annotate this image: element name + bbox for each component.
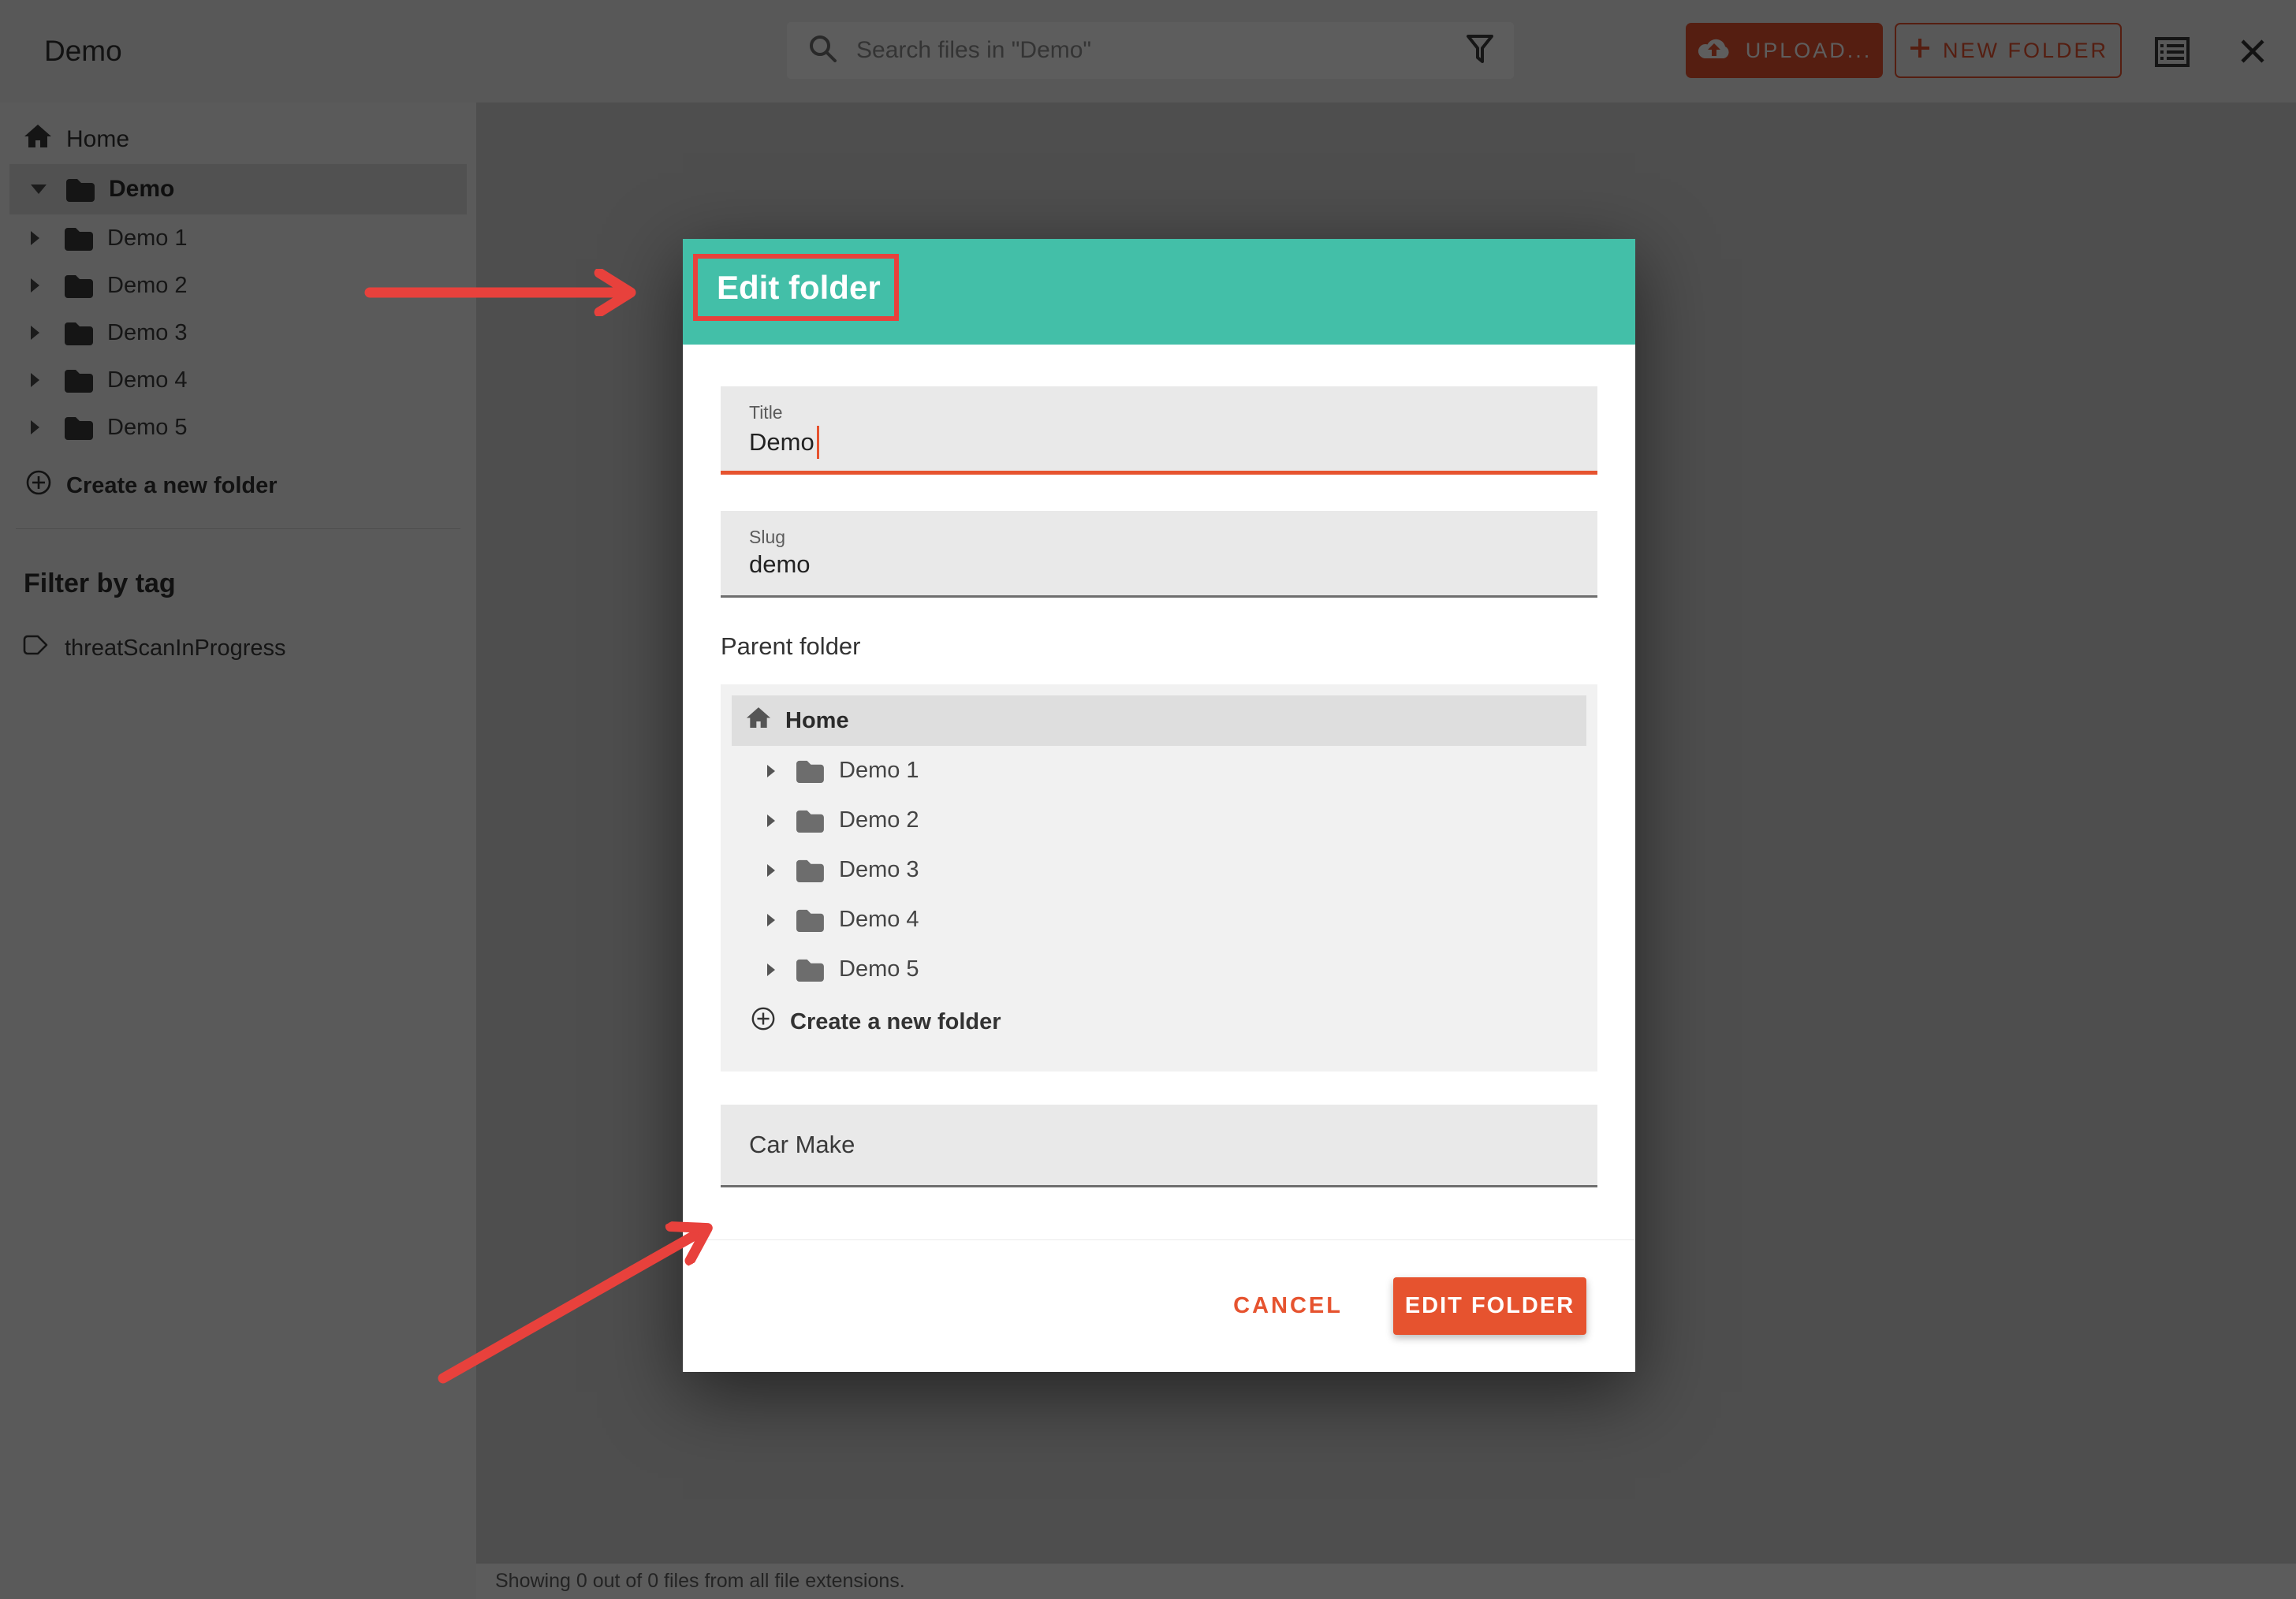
parent-folder-tree: Home Demo 1 Demo 2 Demo 3 Demo 4 [721,684,1597,1072]
tree-item-demo-5[interactable]: Demo 5 [732,945,1586,994]
dialog-header: Edit folder [683,239,1635,345]
title-field[interactable]: Title Demo [721,386,1597,475]
tree-create-folder[interactable]: Create a new folder [732,994,1586,1049]
folder-icon [795,908,839,932]
slug-field-label: Slug [749,527,785,548]
car-make-field[interactable]: Car Make [721,1105,1597,1187]
circle-plus-icon [751,1006,776,1038]
slug-field[interactable]: Slug demo [721,511,1597,598]
tree-item-demo-2[interactable]: Demo 2 [732,796,1586,845]
parent-folder-label: Parent folder [721,632,1597,661]
tree-item-demo-4[interactable]: Demo 4 [732,895,1586,945]
tree-item-demo-1[interactable]: Demo 1 [732,746,1586,796]
cancel-button[interactable]: CANCEL [1228,1292,1347,1320]
dialog-body: Title Demo Slug demo Parent folder Home … [683,386,1635,1187]
text-cursor [817,426,819,459]
edit-folder-submit-button[interactable]: EDIT FOLDER [1393,1277,1586,1335]
title-field-label: Title [749,402,783,423]
folder-icon [795,957,839,982]
title-field-value: Demo [749,428,814,457]
tree-item-home-selected[interactable]: Home [732,695,1586,746]
caret-right-icon[interactable] [766,913,795,927]
folder-icon [795,858,839,882]
annotation-highlight-box: Edit folder [693,254,899,321]
car-make-label: Car Make [749,1131,855,1159]
edit-folder-dialog: Edit folder Title Demo Slug demo Parent … [683,239,1635,1372]
dialog-footer: CANCEL EDIT FOLDER [683,1239,1635,1372]
caret-right-icon[interactable] [766,814,795,828]
caret-right-icon[interactable] [766,863,795,878]
home-icon [746,706,771,736]
caret-right-icon[interactable] [766,764,795,778]
folder-icon [795,808,839,833]
dialog-title: Edit folder [717,269,881,307]
caret-right-icon[interactable] [766,963,795,977]
folder-icon [795,758,839,783]
slug-field-value: demo [749,550,811,579]
tree-item-demo-3[interactable]: Demo 3 [732,845,1586,895]
